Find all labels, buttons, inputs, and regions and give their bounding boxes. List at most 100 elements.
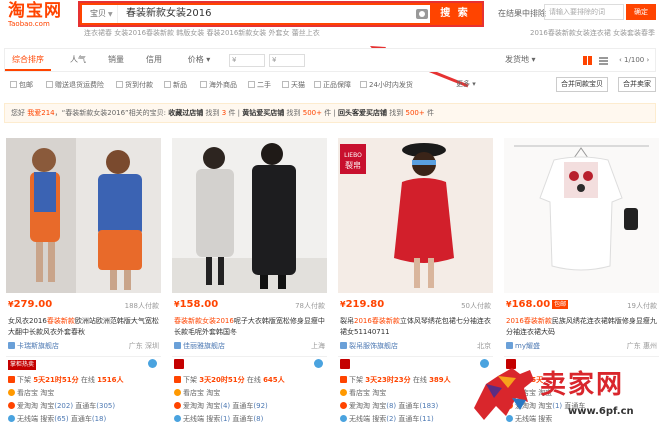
merge-same-items-button[interactable]: 合并同款宝贝: [556, 77, 608, 92]
chevron-right-icon[interactable]: ›: [646, 56, 649, 64]
product-card[interactable]: ¥158.00 78人付款 春装新款女装2016呢子大衣韩版宽松修身显瘦中长款毛…: [172, 138, 327, 430]
merge-sellers-button[interactable]: 合并卖家: [618, 77, 656, 92]
shop-icon: [174, 342, 181, 349]
filter-return-insurance[interactable]: 赠送退货运费险: [46, 79, 104, 91]
stat-num[interactable]: (1): [220, 415, 230, 423]
stat-num[interactable]: (4): [220, 402, 230, 410]
filter-cod[interactable]: 货到付款: [116, 79, 153, 91]
stat-row-taotao: 爱淘淘 淘宝(202) 直通车(305): [8, 401, 115, 413]
stat-num[interactable]: (18): [92, 415, 106, 423]
divider: [504, 356, 659, 357]
checkbox[interactable]: [248, 81, 255, 88]
tip-diamond-shops[interactable]: 黄钻爱买店铺: [242, 109, 284, 117]
product-title[interactable]: 裂帛2016春装新款立体风琴绣花包裙七分袖连衣裙女51140711: [340, 316, 491, 338]
stat-label[interactable]: 看店宝 淘宝: [17, 389, 54, 397]
title-keyword: 2016春装新款: [506, 317, 552, 325]
price-from-input[interactable]: ¥: [229, 54, 265, 67]
shop-name[interactable]: 佳丽雅旗舰店: [183, 342, 225, 350]
product-image[interactable]: [6, 138, 161, 293]
stat-num[interactable]: (2): [386, 415, 396, 423]
pager[interactable]: ‹ 1/100 ›: [619, 49, 649, 71]
grid-view-icon[interactable]: [583, 56, 592, 65]
checkbox[interactable]: [46, 81, 53, 88]
stat-label[interactable]: 看店宝 淘宝: [183, 389, 220, 397]
product-image[interactable]: [172, 138, 327, 293]
checkbox[interactable]: [314, 81, 321, 88]
price-value: 158.00: [179, 299, 219, 310]
page-indicator: 1/100: [624, 56, 645, 64]
filter-guarantee[interactable]: 正品保障: [314, 79, 351, 91]
shop-name[interactable]: 裂帛服饰旗舰店: [349, 342, 398, 350]
stat-label: 爱淘淘 淘宝: [183, 402, 221, 410]
ship-from-dropdown[interactable]: 发货地 ▾: [505, 49, 536, 71]
filter-secondhand[interactable]: 二手: [248, 79, 271, 91]
exclude-confirm-button[interactable]: 确定: [626, 4, 656, 20]
filter-tmall[interactable]: 天猫: [282, 79, 305, 91]
title-keyword: 2016春装新款: [354, 317, 400, 325]
stat-num[interactable]: (92): [253, 402, 267, 410]
tab-credit[interactable]: 信用: [139, 49, 169, 71]
list-view-icon[interactable]: [599, 56, 608, 65]
stat-num[interactable]: (183): [419, 402, 438, 410]
liebo-logo-cn: 裂帛: [345, 160, 361, 170]
stat-num[interactable]: (305): [96, 402, 115, 410]
filter-label: 二手: [257, 81, 271, 89]
price-to-input[interactable]: ¥: [269, 54, 305, 67]
checkbox[interactable]: [164, 81, 171, 88]
wangwang-chat-icon[interactable]: [148, 359, 157, 368]
stat-label: 无线端 搜索: [17, 415, 55, 423]
product-title[interactable]: 女风衣2016春装新款欧洲站欧洲范韩版大气宽松大翻中长款风衣外套春秋: [8, 316, 159, 338]
stat-num[interactable]: (8): [386, 402, 396, 410]
related-search-links[interactable]: 连衣裙春 女装2016春装新款 韩版女装 春装2016新款女装 外套女 蕾丝上衣: [84, 28, 320, 38]
shop-tip-bar: 您好 我爱214，“春装新款女装2016”相关的宝贝: 收藏过店铺 找到 3 件…: [4, 103, 656, 123]
right-related-links[interactable]: 2016春装新款女装连衣裙 女装套装春季: [530, 28, 655, 38]
title-text: 女风衣2016: [8, 317, 47, 325]
stat-num[interactable]: (11): [419, 415, 433, 423]
tab-popularity[interactable]: 人气: [63, 49, 93, 71]
product-title[interactable]: 春装新款女装2016呢子大衣韩版宽松修身显瘦中长款毛呢外套韩国冬: [174, 316, 325, 338]
shop-location: 北京: [477, 342, 491, 350]
exclude-keyword-input[interactable]: 请输入要排除的词: [544, 4, 624, 20]
stat-num[interactable]: (8): [253, 415, 263, 423]
stat-label[interactable]: 看店宝 淘宝: [349, 389, 386, 397]
product-image[interactable]: [504, 138, 659, 293]
filter-24h-ship[interactable]: 24小时内发货: [360, 79, 413, 91]
stat-num[interactable]: (65): [54, 415, 68, 423]
product-card[interactable]: ¥279.00 188人付款 女风衣2016春装新款欧洲站欧洲范韩版大气宽松大翻…: [6, 138, 161, 430]
price: ¥279.00: [8, 299, 52, 310]
tip-fav-shops[interactable]: 收藏过店铺: [168, 109, 203, 117]
filter-free-shipping[interactable]: 包邮: [10, 79, 33, 91]
stat-num[interactable]: (202): [54, 402, 73, 410]
delist-time: 3天23时23分: [365, 376, 411, 384]
sold-count: 188人付款: [124, 302, 159, 310]
eye-icon: [174, 389, 181, 396]
taobao-logo[interactable]: 淘宝网 Taobao.com: [8, 2, 62, 28]
tip-find: 找到: [205, 109, 220, 117]
shop-icon: [340, 342, 347, 349]
tab-price[interactable]: 价格 ▾: [179, 49, 219, 71]
tab-sales[interactable]: 销量: [101, 49, 131, 71]
price: ¥219.80: [340, 299, 384, 310]
wangwang-chat-icon[interactable]: [314, 359, 323, 368]
shop-name[interactable]: 卡瑞斯旗舰店: [17, 342, 59, 350]
tab-default-sort[interactable]: 综合排序: [5, 49, 51, 71]
filter-overseas[interactable]: 海外商品: [200, 79, 237, 91]
checkbox[interactable]: [360, 81, 367, 88]
sold-count: 50人付款: [461, 302, 491, 310]
more-filters-link[interactable]: 更多 ▾: [456, 79, 476, 89]
filter-new[interactable]: 新品: [164, 79, 187, 91]
checkbox[interactable]: [282, 81, 289, 88]
filter-label: 货到付款: [125, 81, 153, 89]
product-image[interactable]: LIEBO 裂帛: [338, 138, 493, 293]
product-title[interactable]: 2016春装新款民族风绣花连衣裙韩版修身显瘦九分袖连衣裙大码: [506, 316, 657, 338]
shop-name[interactable]: my耀盛: [515, 342, 540, 350]
checkbox[interactable]: [200, 81, 207, 88]
tip-username[interactable]: 我爱214: [27, 109, 54, 117]
chevron-left-icon[interactable]: ‹: [619, 56, 622, 64]
checkbox[interactable]: [10, 81, 17, 88]
tip-returning-shops[interactable]: 回头客爱买店铺: [338, 109, 387, 117]
checkbox[interactable]: [116, 81, 123, 88]
ship-from-label: 发货地: [505, 55, 529, 64]
tip-unit: 件: [324, 109, 332, 117]
delist-time: 3天20时51分: [199, 376, 245, 384]
